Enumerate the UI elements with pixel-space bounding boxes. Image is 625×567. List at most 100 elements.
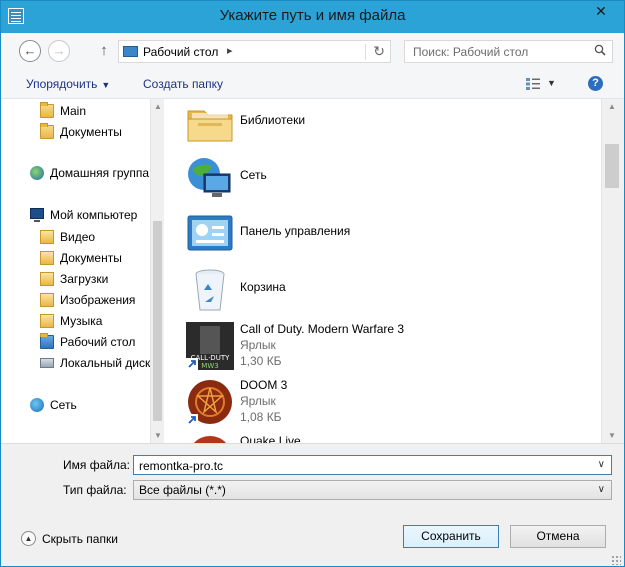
filetype-label: Тип файла: — [63, 483, 127, 497]
filename-input[interactable] — [139, 458, 579, 474]
nav-pane-scrollbar[interactable]: ▲ ▼ — [150, 99, 164, 443]
file-name: Корзина — [240, 280, 286, 294]
scroll-down-arrow-icon[interactable]: ▼ — [154, 431, 162, 440]
scroll-thumb[interactable] — [605, 144, 619, 188]
network-icon — [30, 398, 44, 412]
nav-item-documents-lib[interactable]: Документы — [1, 248, 150, 268]
file-type: Ярлык — [240, 394, 276, 408]
nav-item-homegroup[interactable]: Домашняя группа — [1, 163, 150, 183]
file-item-doom3[interactable]: DOOM 3 Ярлык 1,08 КБ — [186, 376, 596, 428]
back-button[interactable]: ← — [19, 40, 41, 62]
nav-item-label: Мой компьютер — [50, 208, 138, 222]
scroll-down-arrow-icon[interactable]: ▼ — [608, 431, 616, 440]
nav-item-images[interactable]: Изображения — [1, 290, 150, 310]
file-list: Библиотеки Сеть Панель управления Корзин… — [164, 99, 601, 443]
search-box[interactable] — [404, 40, 613, 63]
homegroup-icon — [30, 166, 44, 180]
nav-item-network[interactable]: Сеть — [1, 395, 150, 415]
address-separator — [365, 44, 366, 60]
svg-text:MW3: MW3 — [201, 362, 218, 370]
nav-item-label: Рабочий стол — [60, 335, 136, 349]
view-options-icon[interactable] — [525, 77, 541, 91]
computer-icon — [30, 208, 44, 222]
organize-button[interactable]: Упорядочить ▼ — [26, 77, 110, 91]
filename-label: Имя файла: — [63, 458, 130, 472]
nav-item-local-disk[interactable]: Локальный диск — [1, 353, 150, 373]
search-input[interactable] — [405, 41, 585, 62]
filename-field[interactable]: ∨ — [133, 455, 612, 475]
file-item-network[interactable]: Сеть — [186, 152, 596, 204]
filetype-dropdown-icon[interactable]: ∨ — [598, 484, 605, 495]
network-icon — [188, 158, 231, 197]
hide-folders-label: Скрыть папки — [42, 532, 118, 546]
breadcrumb-desktop[interactable]: Рабочий стол — [143, 45, 218, 59]
up-button[interactable]: ↑ — [95, 40, 113, 62]
cancel-button[interactable]: Отмена — [510, 525, 606, 548]
nav-item-label: Main — [60, 104, 87, 118]
file-item-libraries[interactable]: Библиотеки — [186, 99, 596, 149]
window-title: Укажите путь и имя файла — [219, 7, 406, 24]
nav-item-downloads[interactable]: Загрузки — [1, 269, 150, 289]
toolbar: Упорядочить ▼ Создать папку ▼ ? — [1, 69, 624, 99]
nav-item-music[interactable]: Музыка — [1, 311, 150, 331]
nav-item-label: Локальный диск — [60, 356, 150, 370]
view-dropdown-icon[interactable]: ▼ — [547, 78, 556, 88]
new-folder-button[interactable]: Создать папку — [143, 77, 223, 91]
content-area: Main Документы Домашняя группа Мой компь… — [1, 99, 624, 443]
search-icon[interactable] — [594, 44, 606, 56]
nav-item-label: Музыка — [60, 314, 103, 328]
save-button[interactable]: Сохранить — [403, 525, 499, 548]
nav-item-label: Сеть — [50, 398, 77, 412]
organize-arrow-icon: ▼ — [101, 80, 111, 90]
file-size: 1,30 КБ — [240, 354, 282, 368]
file-size: 1,08 КБ — [240, 410, 282, 424]
breadcrumb-arrow-icon[interactable]: ▸ — [227, 44, 233, 57]
scroll-thumb[interactable] — [153, 221, 162, 421]
desktop-folder-icon — [40, 333, 54, 349]
close-button[interactable]: ✕ — [584, 1, 618, 21]
file-item-control-panel[interactable]: Панель управления — [186, 208, 596, 260]
nav-item-desktop[interactable]: Рабочий стол — [1, 332, 150, 352]
file-list-scrollbar[interactable]: ▲ ▼ — [601, 99, 624, 443]
desktop-folder-icon — [123, 46, 138, 57]
file-name: Call of Duty. Modern Warfare 3 — [240, 322, 405, 336]
address-bar[interactable]: Рабочий стол ▸ ▾ ↻ — [118, 40, 467, 63]
file-name: DOOM 3 — [240, 378, 288, 392]
nav-item-label: Загрузки — [60, 272, 109, 286]
library-icon — [40, 251, 54, 265]
folder-icon — [40, 123, 54, 139]
file-item-recycle-bin[interactable]: Корзина — [186, 264, 596, 316]
address-row: ← → ↑ Рабочий стол ▸ ▾ ↻ — [1, 33, 624, 69]
resize-grip-icon[interactable] — [611, 555, 621, 565]
nav-item-label: Видео — [60, 230, 96, 244]
file-name: Сеть — [240, 168, 267, 182]
nav-item-documents[interactable]: Документы — [1, 122, 150, 142]
forward-button[interactable]: → — [48, 40, 70, 62]
scroll-up-arrow-icon[interactable]: ▲ — [608, 102, 616, 111]
file-item-quake-live[interactable]: Quake Live — [186, 432, 596, 443]
help-icon[interactable]: ? — [588, 76, 603, 91]
drive-icon — [40, 358, 54, 368]
file-name: Панель управления — [240, 224, 351, 238]
cod-shortcut-icon: CALL·DUTY MW3 — [186, 322, 234, 370]
title-bar[interactable]: Укажите путь и имя файла ✕ — [1, 1, 624, 33]
filename-dropdown-icon[interactable]: ∨ — [598, 459, 605, 470]
folder-icon — [40, 102, 54, 118]
nav-item-video[interactable]: Видео — [1, 227, 150, 247]
library-icon — [40, 272, 54, 286]
recycle-bin-icon — [195, 269, 225, 311]
refresh-icon[interactable]: ↻ — [373, 43, 385, 60]
library-icon — [40, 314, 54, 328]
nav-item-label: Домашняя группа — [50, 166, 150, 180]
library-icon — [40, 230, 54, 244]
control-panel-icon — [187, 215, 233, 251]
nav-item-my-computer[interactable]: Мой компьютер — [1, 205, 150, 225]
file-item-cod[interactable]: CALL·DUTY MW3 Call of Duty. Modern Warfa… — [186, 320, 596, 372]
scroll-up-arrow-icon[interactable]: ▲ — [154, 102, 162, 111]
nav-item-label: Документы — [60, 125, 122, 139]
library-icon — [40, 293, 54, 307]
filetype-select[interactable]: Все файлы (*.*) ∨ — [133, 480, 612, 500]
nav-item-main[interactable]: Main — [1, 101, 150, 121]
libraries-icon — [187, 110, 233, 142]
file-name: Quake Live — [240, 434, 301, 443]
